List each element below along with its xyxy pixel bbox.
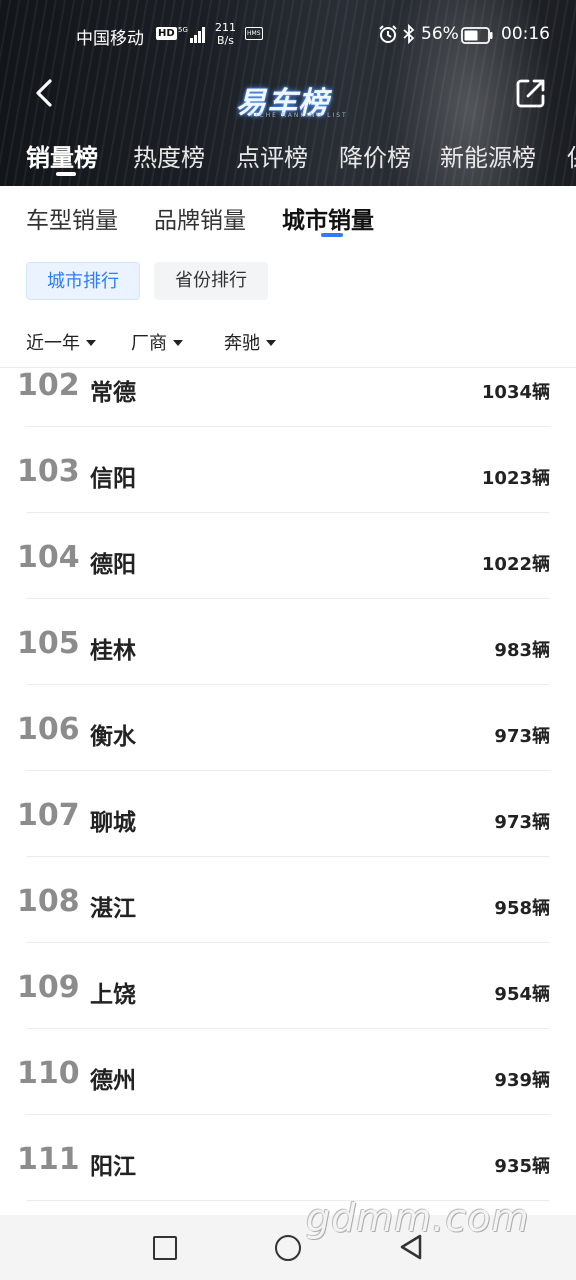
subtab-brand-sales[interactable]: 品牌销量 xyxy=(154,201,246,235)
logo-subtitle: YICHE RANKING LIST xyxy=(250,112,348,119)
net-speed-unit: B/s xyxy=(217,34,234,47)
alarm-icon xyxy=(379,25,397,43)
caret-down-icon xyxy=(86,340,96,346)
city-name: 德州 xyxy=(90,1068,136,1094)
sales-count: 939辆 xyxy=(494,1070,550,1091)
list-item[interactable]: 110 德州 939辆 xyxy=(0,1029,576,1115)
city-name: 上饶 xyxy=(90,982,136,1008)
city-name: 德阳 xyxy=(90,552,136,578)
subtab-city-sales[interactable]: 城市销量 xyxy=(282,201,374,235)
yiche-ranking-logo: 易车榜 YICHE RANKING LIST xyxy=(232,76,348,121)
list-item[interactable]: 102 常德 1034辆 xyxy=(0,368,576,427)
clock: 00:16 xyxy=(501,24,550,44)
city-name: 衡水 xyxy=(90,724,136,750)
sales-count: 935辆 xyxy=(494,1156,550,1177)
caret-down-icon xyxy=(173,340,183,346)
manufacturer-filter-label: 厂商 xyxy=(131,333,167,354)
sales-count: 954辆 xyxy=(494,984,550,1005)
rank-number: 109 xyxy=(17,970,80,1005)
status-bar: 中国移动 HD 5G 211 B/s HMS 56% 00:16 xyxy=(0,20,576,52)
city-name: 聊城 xyxy=(90,810,136,836)
active-tab-indicator xyxy=(56,172,76,176)
tab-popularity[interactable]: 热度榜 xyxy=(133,138,205,173)
rank-number: 111 xyxy=(17,1142,80,1177)
battery-percent: 56% xyxy=(421,24,459,44)
bluetooth-icon xyxy=(403,24,415,44)
province-rank-chip[interactable]: 省份排行 xyxy=(154,262,268,300)
list-item[interactable]: 105 桂林 983辆 xyxy=(0,599,576,685)
home-circle-icon[interactable] xyxy=(275,1235,301,1261)
city-name: 信阳 xyxy=(90,466,136,492)
tab-new-energy[interactable]: 新能源榜 xyxy=(440,138,536,173)
net-speed: 211 B/s xyxy=(215,21,236,47)
city-sales-list[interactable]: 102 常德 1034辆 103 信阳 1023辆 104 德阳 1022辆 1… xyxy=(0,368,576,1215)
rank-number: 104 xyxy=(17,540,80,575)
sales-count: 983辆 xyxy=(494,640,550,661)
rank-number: 105 xyxy=(17,626,80,661)
active-subtab-indicator xyxy=(321,233,343,237)
recents-square-icon[interactable] xyxy=(153,1236,177,1260)
sales-count: 1023辆 xyxy=(481,468,550,489)
ranking-tabs: 销量榜 热度榜 点评榜 降价榜 新能源榜 保 xyxy=(0,136,576,186)
city-name: 湛江 xyxy=(90,896,136,922)
list-item[interactable]: 104 德阳 1022辆 xyxy=(0,513,576,599)
watermark-text: gdmm.com xyxy=(306,1196,530,1240)
city-name: 桂林 xyxy=(90,638,136,664)
carrier-label: 中国移动 xyxy=(76,29,144,49)
list-item[interactable]: 109 上饶 954辆 xyxy=(0,943,576,1029)
period-filter-label: 近一年 xyxy=(26,333,80,354)
manufacturer-filter[interactable]: 厂商 xyxy=(131,329,183,355)
hms-badge: HMS xyxy=(245,27,263,40)
sales-count: 1034辆 xyxy=(481,382,550,403)
header: 中国移动 HD 5G 211 B/s HMS 56% 00:16 易车榜 YIC… xyxy=(0,0,576,186)
back-arrow-icon[interactable] xyxy=(30,76,60,110)
list-item[interactable]: 107 聊城 973辆 xyxy=(0,771,576,857)
period-filter[interactable]: 近一年 xyxy=(26,329,96,355)
battery-icon xyxy=(461,27,493,44)
list-item[interactable]: 106 衡水 973辆 xyxy=(0,685,576,771)
sales-count: 1022辆 xyxy=(481,554,550,575)
city-name: 常德 xyxy=(90,380,136,406)
list-item[interactable]: 103 信阳 1023辆 xyxy=(0,427,576,513)
caret-down-icon xyxy=(266,340,276,346)
hd-badge: HD xyxy=(156,27,177,40)
rank-number: 110 xyxy=(17,1056,80,1091)
sales-count: 973辆 xyxy=(494,812,550,833)
sales-count: 973辆 xyxy=(494,726,550,747)
list-item[interactable]: 108 湛江 958辆 xyxy=(0,857,576,943)
list-item[interactable]: 111 阳江 935辆 xyxy=(0,1115,576,1201)
subtab-model-sales[interactable]: 车型销量 xyxy=(26,201,118,235)
brand-filter-label: 奔驰 xyxy=(224,333,260,354)
net-speed-value: 211 xyxy=(215,21,236,34)
brand-filter[interactable]: 奔驰 xyxy=(224,329,276,355)
rank-number: 107 xyxy=(17,798,80,833)
city-rank-chip[interactable]: 城市排行 xyxy=(26,262,140,300)
sales-count: 958辆 xyxy=(494,898,550,919)
rank-number: 102 xyxy=(17,368,80,403)
rank-number: 108 xyxy=(17,884,80,919)
signal-icon: 5G xyxy=(178,26,205,43)
rank-number: 106 xyxy=(17,712,80,747)
tab-price-drop[interactable]: 降价榜 xyxy=(339,138,411,173)
rank-number: 103 xyxy=(17,454,80,489)
tab-sales[interactable]: 销量榜 xyxy=(26,138,98,173)
svg-text:5G: 5G xyxy=(178,26,188,34)
tab-retention[interactable]: 保 xyxy=(567,138,576,173)
tab-reviews[interactable]: 点评榜 xyxy=(236,138,308,173)
city-name: 阳江 xyxy=(90,1154,136,1180)
share-icon[interactable] xyxy=(514,76,548,110)
